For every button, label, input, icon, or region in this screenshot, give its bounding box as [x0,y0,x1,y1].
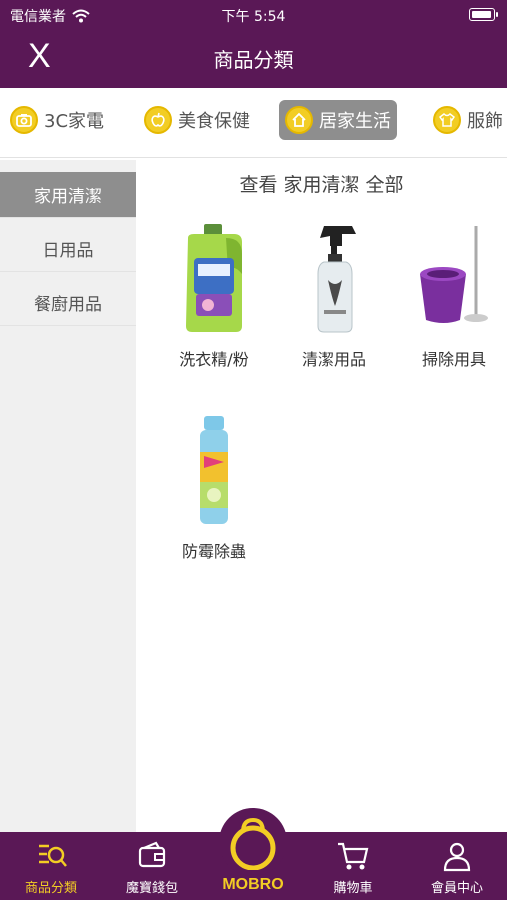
status-bar: 電信業者 下午 5:54 [0,0,507,30]
top-bar: 電信業者 下午 5:54 X 商品分類 [0,0,507,88]
nav-label: 商品分類 [24,881,77,896]
cart-icon [338,842,369,870]
category-search-icon [39,844,67,867]
sidebar-item-kitchenware[interactable]: 餐廚用品 [0,280,136,326]
product-item-detergent[interactable]: 洗衣精/粉 [154,224,264,384]
category-tabs: 3C家電 美食保健 居家生活 服飾 [0,88,507,158]
tab-food-health[interactable]: 美食保健 [138,100,256,140]
spray-bottle-icon [317,226,356,333]
nav-label: 魔寶錢包 [125,881,178,896]
tab-label: 居家生活 [319,111,391,132]
nav-member[interactable]: 會員中心 [412,832,502,900]
product-label: 清潔用品 [301,350,366,369]
home-icon [285,106,313,134]
tab-label: 美食保健 [178,111,250,132]
member-icon [443,842,471,872]
battery-icon [469,8,498,21]
tab-3c-appliances[interactable]: 3C家電 [4,100,110,140]
nav-label: 購物車 [333,881,373,896]
product-label: 掃除用具 [421,350,486,369]
subcategory-sidebar: 家用清潔 日用品 餐廚用品 [0,160,136,832]
product-grid: 查看 家用清潔 全部 洗衣精/粉 清潔用品 掃除用具 防霉除蟲 [136,160,507,832]
shirt-icon [433,106,461,134]
sidebar-item-daily-goods[interactable]: 日用品 [0,226,136,272]
nav-cart[interactable]: 購物車 [308,832,398,900]
apple-icon [144,106,172,134]
product-label: 防霉除蟲 [181,542,246,561]
view-all-link[interactable]: 查看 家用清潔 全部 [136,170,507,197]
tab-home-living[interactable]: 居家生活 [279,100,397,140]
mobro-bag-icon [230,817,276,870]
product-item-cleaning-supplies[interactable]: 清潔用品 [274,224,384,384]
sidebar-item-household-cleaning[interactable]: 家用清潔 [0,172,136,218]
nav-label: 會員中心 [430,881,483,896]
nav-mobro[interactable]: MOBRO [208,808,298,900]
nav-category[interactable]: 商品分類 [6,832,96,900]
camera-icon [10,106,38,134]
wallet-icon [138,841,166,868]
tab-label: 3C家電 [44,111,105,132]
detergent-bottle-icon [186,224,242,332]
page-title: 商品分類 [213,48,294,72]
tab-clothing[interactable]: 服飾 [427,100,507,140]
nav-wallet[interactable]: 魔寶錢包 [107,832,197,900]
status-time: 下午 5:54 [221,9,286,25]
product-label: 洗衣精/粉 [179,350,249,369]
mop-bucket-icon [420,226,488,323]
product-item-mold-insect[interactable]: 防霉除蟲 [154,416,264,576]
tab-label: 服飾 [467,111,503,132]
mobro-label: MOBRO [222,876,284,893]
product-item-cleaning-tools[interactable]: 掃除用具 [394,224,504,384]
aerosol-can-icon [200,416,228,524]
